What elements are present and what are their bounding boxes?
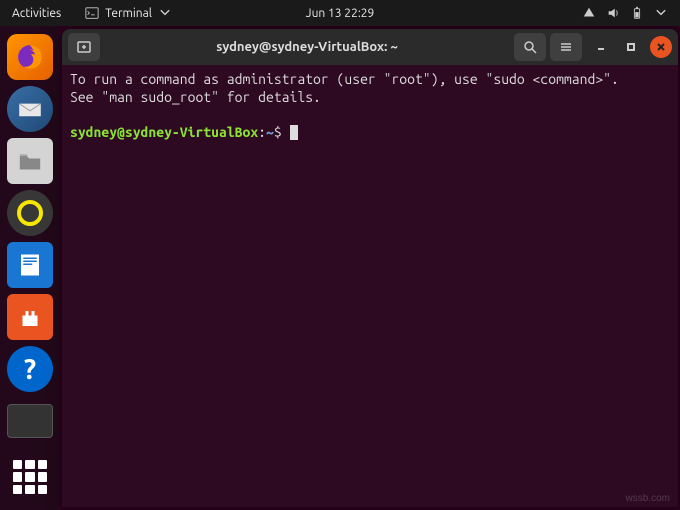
firefox-icon: [13, 40, 47, 74]
dock-item-tray[interactable]: [7, 398, 53, 444]
activities-button[interactable]: Activities: [12, 7, 61, 20]
help-icon: ?: [24, 354, 36, 385]
chevron-down-icon[interactable]: [654, 6, 668, 20]
motd-line-1: To run a command as administrator (user …: [70, 71, 619, 87]
desktop: Activities Terminal Jun 13 22:29: [0, 0, 680, 510]
watermark: wssb.com: [626, 493, 670, 504]
dock-item-software[interactable]: [7, 294, 53, 340]
new-tab-icon: [76, 39, 92, 55]
menu-button[interactable]: [550, 33, 582, 61]
software-icon: [15, 302, 45, 332]
network-icon[interactable]: [582, 6, 596, 20]
dock-item-help[interactable]: ?: [7, 346, 53, 392]
writer-icon: [15, 250, 45, 280]
dock-item-rhythmbox[interactable]: [7, 190, 53, 236]
tray-icon: [7, 404, 53, 438]
window-title: sydney@sydney-VirtualBox: ~: [104, 40, 510, 54]
files-icon: [13, 144, 47, 178]
close-button[interactable]: [650, 36, 672, 58]
dock-show-apps[interactable]: [7, 454, 53, 500]
new-tab-button[interactable]: [68, 33, 100, 61]
prompt-symbol: $: [274, 124, 282, 140]
terminal-window: sydney@sydney-VirtualBox: ~ To run a com…: [62, 29, 678, 507]
close-icon: [656, 42, 666, 52]
app-menu[interactable]: Terminal: [77, 4, 180, 22]
dock-item-files[interactable]: [7, 138, 53, 184]
maximize-icon: [626, 42, 636, 52]
apps-grid-icon: [13, 460, 47, 494]
maximize-button[interactable]: [620, 36, 642, 58]
search-icon: [522, 39, 538, 55]
titlebar: sydney@sydney-VirtualBox: ~: [62, 29, 678, 65]
cursor: [290, 125, 298, 140]
top-bar: Activities Terminal Jun 13 22:29: [0, 0, 680, 26]
volume-icon[interactable]: [606, 6, 620, 20]
terminal-icon: [85, 6, 99, 20]
prompt-colon: :: [258, 124, 266, 140]
clock[interactable]: Jun 13 22:29: [306, 7, 375, 20]
dock: ?: [0, 26, 60, 510]
minimize-button[interactable]: [590, 36, 612, 58]
dock-item-firefox[interactable]: [7, 34, 53, 80]
search-button[interactable]: [514, 33, 546, 61]
app-menu-label: Terminal: [105, 7, 152, 20]
prompt-user: sydney@sydney-VirtualBox: [70, 124, 258, 140]
hamburger-icon: [558, 39, 574, 55]
minimize-icon: [596, 42, 606, 52]
dock-item-writer[interactable]: [7, 242, 53, 288]
terminal-body[interactable]: To run a command as administrator (user …: [62, 65, 678, 147]
thunderbird-icon: [12, 91, 48, 127]
prompt-path: ~: [266, 124, 274, 140]
dock-item-thunderbird[interactable]: [7, 86, 53, 132]
battery-icon[interactable]: [630, 6, 644, 20]
chevron-down-icon: [158, 6, 172, 20]
motd-line-2: See "man sudo_root" for details.: [70, 89, 321, 105]
